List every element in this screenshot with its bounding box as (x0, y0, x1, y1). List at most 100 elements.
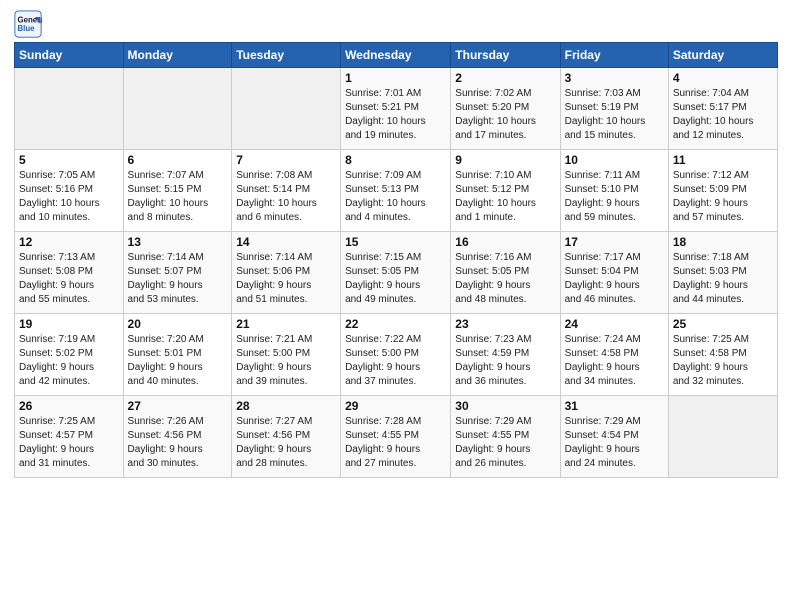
day-number: 26 (19, 399, 119, 413)
calendar-week-row: 5 Sunrise: 7:05 AM Sunset: 5:16 PM Daylig… (15, 150, 778, 232)
day-number: 4 (673, 71, 773, 85)
day-info: Sunrise: 7:05 AM Sunset: 5:16 PM Dayligh… (19, 169, 119, 225)
calendar-cell (123, 68, 232, 150)
day-number: 8 (345, 153, 446, 167)
calendar-week-row: 19Sunrise: 7:19 AM Sunset: 5:02 PM Dayli… (15, 314, 778, 396)
calendar-cell: 6 Sunrise: 7:07 AM Sunset: 5:15 PM Daylig… (123, 150, 232, 232)
calendar-cell: 2 Sunrise: 7:02 AM Sunset: 5:20 PM Daylig… (451, 68, 560, 150)
calendar-cell: 27Sunrise: 7:26 AM Sunset: 4:56 PM Dayli… (123, 396, 232, 478)
day-info: Sunrise: 7:01 AM Sunset: 5:21 PM Dayligh… (345, 87, 446, 143)
calendar-cell: 26 Sunrise: 7:25 AM Sunset: 4:57 PM Dayli… (15, 396, 124, 478)
day-number: 14 (236, 235, 336, 249)
weekday-header: Friday (560, 43, 668, 68)
calendar-cell: 11Sunrise: 7:12 AM Sunset: 5:09 PM Dayli… (668, 150, 777, 232)
day-number: 12 (19, 235, 119, 249)
calendar-cell: 3 Sunrise: 7:03 AM Sunset: 5:19 PM Daylig… (560, 68, 668, 150)
calendar-cell: 16 Sunrise: 7:16 AM Sunset: 5:05 PM Dayli… (451, 232, 560, 314)
day-number: 18 (673, 235, 773, 249)
logo-icon: General Blue (14, 10, 42, 38)
day-number: 27 (128, 399, 228, 413)
day-number: 22 (345, 317, 446, 331)
calendar-cell: 10 Sunrise: 7:11 AM Sunset: 5:10 PM Dayli… (560, 150, 668, 232)
day-info: Sunrise: 7:25 AM Sunset: 4:58 PM Dayligh… (673, 333, 773, 389)
weekday-header: Sunday (15, 43, 124, 68)
weekday-header: Monday (123, 43, 232, 68)
day-number: 28 (236, 399, 336, 413)
calendar-cell: 14 Sunrise: 7:14 AM Sunset: 5:06 PM Dayli… (232, 232, 341, 314)
calendar-cell: 4Sunrise: 7:04 AM Sunset: 5:17 PM Daylig… (668, 68, 777, 150)
calendar-cell: 1 Sunrise: 7:01 AM Sunset: 5:21 PM Daylig… (341, 68, 451, 150)
day-info: Sunrise: 7:22 AM Sunset: 5:00 PM Dayligh… (345, 333, 446, 389)
day-number: 2 (455, 71, 555, 85)
day-info: Sunrise: 7:07 AM Sunset: 5:15 PM Dayligh… (128, 169, 228, 225)
calendar-cell: 24Sunrise: 7:24 AM Sunset: 4:58 PM Dayli… (560, 314, 668, 396)
svg-text:Blue: Blue (18, 24, 36, 33)
day-info: Sunrise: 7:23 AM Sunset: 4:59 PM Dayligh… (455, 333, 555, 389)
day-info: Sunrise: 7:25 AM Sunset: 4:57 PM Dayligh… (19, 415, 119, 471)
calendar-header: SundayMondayTuesdayWednesdayThursdayFrid… (15, 43, 778, 68)
day-number: 6 (128, 153, 228, 167)
calendar-table: SundayMondayTuesdayWednesdayThursdayFrid… (14, 42, 778, 478)
page-container: General Blue SundayMondayTuesdayWednesda… (0, 0, 792, 486)
day-info: Sunrise: 7:10 AM Sunset: 5:12 PM Dayligh… (455, 169, 555, 225)
weekday-header: Thursday (451, 43, 560, 68)
day-number: 7 (236, 153, 336, 167)
day-info: Sunrise: 7:16 AM Sunset: 5:05 PM Dayligh… (455, 251, 555, 307)
day-number: 10 (565, 153, 664, 167)
calendar-cell: 12Sunrise: 7:13 AM Sunset: 5:08 PM Dayli… (15, 232, 124, 314)
calendar-cell (232, 68, 341, 150)
day-number: 25 (673, 317, 773, 331)
calendar-cell: 31 Sunrise: 7:29 AM Sunset: 4:54 PM Dayli… (560, 396, 668, 478)
day-number: 16 (455, 235, 555, 249)
calendar-cell: 17 Sunrise: 7:17 AM Sunset: 5:04 PM Dayli… (560, 232, 668, 314)
day-info: Sunrise: 7:02 AM Sunset: 5:20 PM Dayligh… (455, 87, 555, 143)
day-info: Sunrise: 7:29 AM Sunset: 4:54 PM Dayligh… (565, 415, 664, 471)
day-info: Sunrise: 7:09 AM Sunset: 5:13 PM Dayligh… (345, 169, 446, 225)
calendar-cell: 20 Sunrise: 7:20 AM Sunset: 5:01 PM Dayli… (123, 314, 232, 396)
calendar-cell: 29Sunrise: 7:28 AM Sunset: 4:55 PM Dayli… (341, 396, 451, 478)
day-info: Sunrise: 7:15 AM Sunset: 5:05 PM Dayligh… (345, 251, 446, 307)
weekday-header: Saturday (668, 43, 777, 68)
day-number: 5 (19, 153, 119, 167)
calendar-cell: 23 Sunrise: 7:23 AM Sunset: 4:59 PM Dayli… (451, 314, 560, 396)
calendar-cell: 30Sunrise: 7:29 AM Sunset: 4:55 PM Dayli… (451, 396, 560, 478)
calendar-cell: 25 Sunrise: 7:25 AM Sunset: 4:58 PM Dayli… (668, 314, 777, 396)
calendar-week-row: 1 Sunrise: 7:01 AM Sunset: 5:21 PM Daylig… (15, 68, 778, 150)
day-info: Sunrise: 7:03 AM Sunset: 5:19 PM Dayligh… (565, 87, 664, 143)
day-number: 20 (128, 317, 228, 331)
calendar-cell: 19Sunrise: 7:19 AM Sunset: 5:02 PM Dayli… (15, 314, 124, 396)
weekday-header: Tuesday (232, 43, 341, 68)
calendar-week-row: 26 Sunrise: 7:25 AM Sunset: 4:57 PM Dayli… (15, 396, 778, 478)
calendar-cell: 5 Sunrise: 7:05 AM Sunset: 5:16 PM Daylig… (15, 150, 124, 232)
calendar-week-row: 12Sunrise: 7:13 AM Sunset: 5:08 PM Dayli… (15, 232, 778, 314)
day-number: 1 (345, 71, 446, 85)
calendar-cell: 15 Sunrise: 7:15 AM Sunset: 5:05 PM Dayli… (341, 232, 451, 314)
day-number: 3 (565, 71, 664, 85)
weekday-header: Wednesday (341, 43, 451, 68)
calendar-cell: 22 Sunrise: 7:22 AM Sunset: 5:00 PM Dayli… (341, 314, 451, 396)
calendar-cell: 28 Sunrise: 7:27 AM Sunset: 4:56 PM Dayli… (232, 396, 341, 478)
day-number: 23 (455, 317, 555, 331)
day-info: Sunrise: 7:18 AM Sunset: 5:03 PM Dayligh… (673, 251, 773, 307)
calendar-cell: 21Sunrise: 7:21 AM Sunset: 5:00 PM Dayli… (232, 314, 341, 396)
day-number: 13 (128, 235, 228, 249)
logo: General Blue (14, 10, 46, 38)
day-number: 11 (673, 153, 773, 167)
day-number: 15 (345, 235, 446, 249)
calendar-cell: 9Sunrise: 7:10 AM Sunset: 5:12 PM Daylig… (451, 150, 560, 232)
calendar-cell: 7 Sunrise: 7:08 AM Sunset: 5:14 PM Daylig… (232, 150, 341, 232)
day-number: 17 (565, 235, 664, 249)
calendar-header-row: SundayMondayTuesdayWednesdayThursdayFrid… (15, 43, 778, 68)
day-info: Sunrise: 7:27 AM Sunset: 4:56 PM Dayligh… (236, 415, 336, 471)
day-info: Sunrise: 7:11 AM Sunset: 5:10 PM Dayligh… (565, 169, 664, 225)
day-info: Sunrise: 7:24 AM Sunset: 4:58 PM Dayligh… (565, 333, 664, 389)
calendar-body: 1 Sunrise: 7:01 AM Sunset: 5:21 PM Daylig… (15, 68, 778, 478)
day-info: Sunrise: 7:17 AM Sunset: 5:04 PM Dayligh… (565, 251, 664, 307)
day-number: 19 (19, 317, 119, 331)
day-number: 31 (565, 399, 664, 413)
day-number: 30 (455, 399, 555, 413)
day-info: Sunrise: 7:14 AM Sunset: 5:07 PM Dayligh… (128, 251, 228, 307)
day-info: Sunrise: 7:20 AM Sunset: 5:01 PM Dayligh… (128, 333, 228, 389)
day-info: Sunrise: 7:08 AM Sunset: 5:14 PM Dayligh… (236, 169, 336, 225)
day-info: Sunrise: 7:14 AM Sunset: 5:06 PM Dayligh… (236, 251, 336, 307)
